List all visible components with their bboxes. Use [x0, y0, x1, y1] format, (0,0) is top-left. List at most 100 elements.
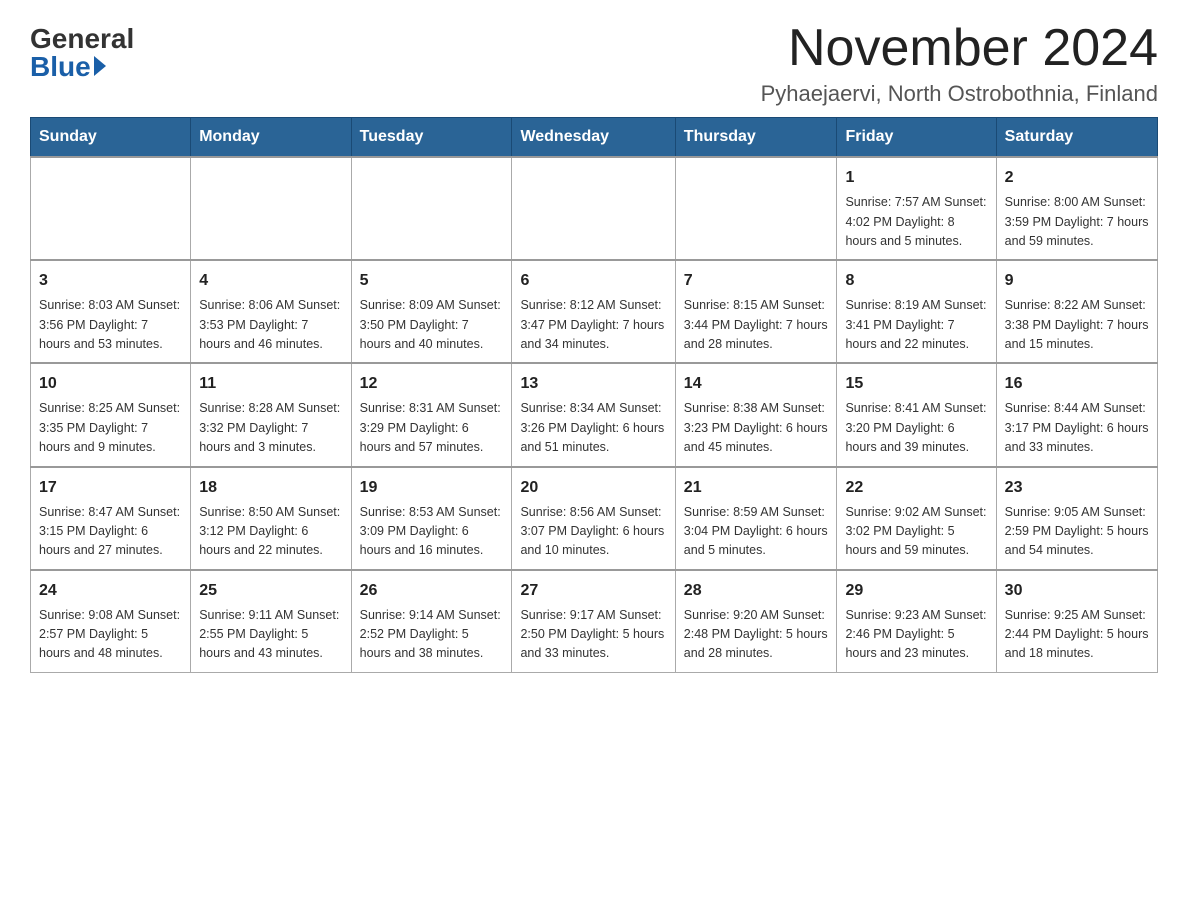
day-info: Sunrise: 9:05 AM Sunset: 2:59 PM Dayligh… [1005, 503, 1149, 561]
day-info: Sunrise: 8:25 AM Sunset: 3:35 PM Dayligh… [39, 399, 182, 457]
calendar-cell: 20Sunrise: 8:56 AM Sunset: 3:07 PM Dayli… [512, 467, 675, 570]
day-info: Sunrise: 9:23 AM Sunset: 2:46 PM Dayligh… [845, 606, 987, 664]
day-info: Sunrise: 8:44 AM Sunset: 3:17 PM Dayligh… [1005, 399, 1149, 457]
day-info: Sunrise: 8:00 AM Sunset: 3:59 PM Dayligh… [1005, 193, 1149, 251]
day-info: Sunrise: 9:08 AM Sunset: 2:57 PM Dayligh… [39, 606, 182, 664]
day-number: 11 [199, 372, 342, 396]
day-number: 10 [39, 372, 182, 396]
weekday-header-wednesday: Wednesday [512, 118, 675, 158]
day-number: 28 [684, 579, 829, 603]
calendar-cell: 30 Sunrise: 9:25 AM Sunset: 2:44 PM Dayli… [996, 570, 1157, 673]
day-info: Sunrise: 7:57 AM Sunset: 4:02 PM Dayligh… [845, 193, 987, 251]
day-number: 17 [39, 476, 182, 500]
day-info: Sunrise: 8:56 AM Sunset: 3:07 PM Dayligh… [520, 503, 666, 561]
logo-general-text: General [30, 25, 134, 53]
day-info: Sunrise: 8:31 AM Sunset: 3:29 PM Dayligh… [360, 399, 504, 457]
calendar-cell: 12 Sunrise: 8:31 AM Sunset: 3:29 PM Dayli… [351, 363, 512, 466]
calendar-cell: 19 Sunrise: 8:53 AM Sunset: 3:09 PM Dayli… [351, 467, 512, 570]
day-number: 19 [360, 476, 504, 500]
day-number: 30 [1005, 579, 1149, 603]
day-info: Sunrise: 8:12 AM Sunset: 3:47 PM Dayligh… [520, 296, 666, 354]
day-number: 14 [684, 372, 829, 396]
calendar-cell: 7 Sunrise: 8:15 AM Sunset: 3:44 PM Daylig… [675, 260, 837, 363]
calendar-cell: 15Sunrise: 8:41 AM Sunset: 3:20 PM Dayli… [837, 363, 996, 466]
day-number: 7 [684, 269, 829, 293]
calendar-cell: 9Sunrise: 8:22 AM Sunset: 3:38 PM Daylig… [996, 260, 1157, 363]
calendar-cell: 28 Sunrise: 9:20 AM Sunset: 2:48 PM Dayli… [675, 570, 837, 673]
calendar-cell: 6 Sunrise: 8:12 AM Sunset: 3:47 PM Daylig… [512, 260, 675, 363]
day-info: Sunrise: 8:38 AM Sunset: 3:23 PM Dayligh… [684, 399, 829, 457]
calendar-cell: 24 Sunrise: 9:08 AM Sunset: 2:57 PM Dayli… [31, 570, 191, 673]
calendar-cell [675, 157, 837, 260]
day-number: 16 [1005, 372, 1149, 396]
title-block: November 2024 Pyhaejaervi, North Ostrobo… [761, 20, 1158, 107]
day-info: Sunrise: 9:17 AM Sunset: 2:50 PM Dayligh… [520, 606, 666, 664]
calendar-cell: 10 Sunrise: 8:25 AM Sunset: 3:35 PM Dayli… [31, 363, 191, 466]
day-number: 3 [39, 269, 182, 293]
logo-blue-text: Blue [30, 53, 106, 81]
day-number: 26 [360, 579, 504, 603]
logo: General Blue [30, 20, 134, 81]
calendar-table: SundayMondayTuesdayWednesdayThursdayFrid… [30, 117, 1158, 673]
day-number: 2 [1005, 166, 1149, 190]
calendar-cell: 3 Sunrise: 8:03 AM Sunset: 3:56 PM Daylig… [31, 260, 191, 363]
day-info: Sunrise: 8:59 AM Sunset: 3:04 PM Dayligh… [684, 503, 829, 561]
day-number: 5 [360, 269, 504, 293]
calendar-week-row: 10 Sunrise: 8:25 AM Sunset: 3:35 PM Dayli… [31, 363, 1158, 466]
day-number: 1 [845, 166, 987, 190]
day-number: 21 [684, 476, 829, 500]
day-info: Sunrise: 8:47 AM Sunset: 3:15 PM Dayligh… [39, 503, 182, 561]
day-number: 29 [845, 579, 987, 603]
calendar-cell [191, 157, 351, 260]
calendar-cell: 21 Sunrise: 8:59 AM Sunset: 3:04 PM Dayli… [675, 467, 837, 570]
calendar-cell: 16 Sunrise: 8:44 AM Sunset: 3:17 PM Dayli… [996, 363, 1157, 466]
day-info: Sunrise: 9:11 AM Sunset: 2:55 PM Dayligh… [199, 606, 342, 664]
calendar-cell: 23 Sunrise: 9:05 AM Sunset: 2:59 PM Dayli… [996, 467, 1157, 570]
logo-arrow-icon [94, 56, 106, 76]
calendar-cell: 26 Sunrise: 9:14 AM Sunset: 2:52 PM Dayli… [351, 570, 512, 673]
calendar-cell: 25 Sunrise: 9:11 AM Sunset: 2:55 PM Dayli… [191, 570, 351, 673]
location-subtitle: Pyhaejaervi, North Ostrobothnia, Finland [761, 81, 1158, 107]
day-info: Sunrise: 8:53 AM Sunset: 3:09 PM Dayligh… [360, 503, 504, 561]
page-header: General Blue November 2024 Pyhaejaervi, … [30, 20, 1158, 107]
day-number: 6 [520, 269, 666, 293]
day-info: Sunrise: 9:02 AM Sunset: 3:02 PM Dayligh… [845, 503, 987, 561]
calendar-cell: 22 Sunrise: 9:02 AM Sunset: 3:02 PM Dayli… [837, 467, 996, 570]
weekday-header-tuesday: Tuesday [351, 118, 512, 158]
calendar-cell: 1 Sunrise: 7:57 AM Sunset: 4:02 PM Daylig… [837, 157, 996, 260]
day-number: 4 [199, 269, 342, 293]
day-number: 12 [360, 372, 504, 396]
day-info: Sunrise: 8:15 AM Sunset: 3:44 PM Dayligh… [684, 296, 829, 354]
calendar-week-row: 1 Sunrise: 7:57 AM Sunset: 4:02 PM Daylig… [31, 157, 1158, 260]
day-number: 25 [199, 579, 342, 603]
day-number: 24 [39, 579, 182, 603]
calendar-cell: 17 Sunrise: 8:47 AM Sunset: 3:15 PM Dayli… [31, 467, 191, 570]
day-number: 9 [1005, 269, 1149, 293]
calendar-cell [512, 157, 675, 260]
day-info: Sunrise: 9:25 AM Sunset: 2:44 PM Dayligh… [1005, 606, 1149, 664]
day-info: Sunrise: 8:03 AM Sunset: 3:56 PM Dayligh… [39, 296, 182, 354]
weekday-header-friday: Friday [837, 118, 996, 158]
weekday-header-row: SundayMondayTuesdayWednesdayThursdayFrid… [31, 118, 1158, 158]
day-number: 13 [520, 372, 666, 396]
day-info: Sunrise: 8:09 AM Sunset: 3:50 PM Dayligh… [360, 296, 504, 354]
calendar-cell: 18Sunrise: 8:50 AM Sunset: 3:12 PM Dayli… [191, 467, 351, 570]
month-year-title: November 2024 [761, 20, 1158, 77]
weekday-header-thursday: Thursday [675, 118, 837, 158]
calendar-cell [31, 157, 191, 260]
calendar-cell: 2 Sunrise: 8:00 AM Sunset: 3:59 PM Daylig… [996, 157, 1157, 260]
day-info: Sunrise: 9:14 AM Sunset: 2:52 PM Dayligh… [360, 606, 504, 664]
calendar-cell: 27Sunrise: 9:17 AM Sunset: 2:50 PM Dayli… [512, 570, 675, 673]
day-info: Sunrise: 9:20 AM Sunset: 2:48 PM Dayligh… [684, 606, 829, 664]
calendar-cell: 14 Sunrise: 8:38 AM Sunset: 3:23 PM Dayli… [675, 363, 837, 466]
day-info: Sunrise: 8:28 AM Sunset: 3:32 PM Dayligh… [199, 399, 342, 457]
weekday-header-sunday: Sunday [31, 118, 191, 158]
day-number: 8 [845, 269, 987, 293]
calendar-cell: 29 Sunrise: 9:23 AM Sunset: 2:46 PM Dayli… [837, 570, 996, 673]
day-number: 23 [1005, 476, 1149, 500]
day-info: Sunrise: 8:06 AM Sunset: 3:53 PM Dayligh… [199, 296, 342, 354]
day-info: Sunrise: 8:34 AM Sunset: 3:26 PM Dayligh… [520, 399, 666, 457]
day-number: 15 [845, 372, 987, 396]
day-number: 22 [845, 476, 987, 500]
weekday-header-monday: Monday [191, 118, 351, 158]
